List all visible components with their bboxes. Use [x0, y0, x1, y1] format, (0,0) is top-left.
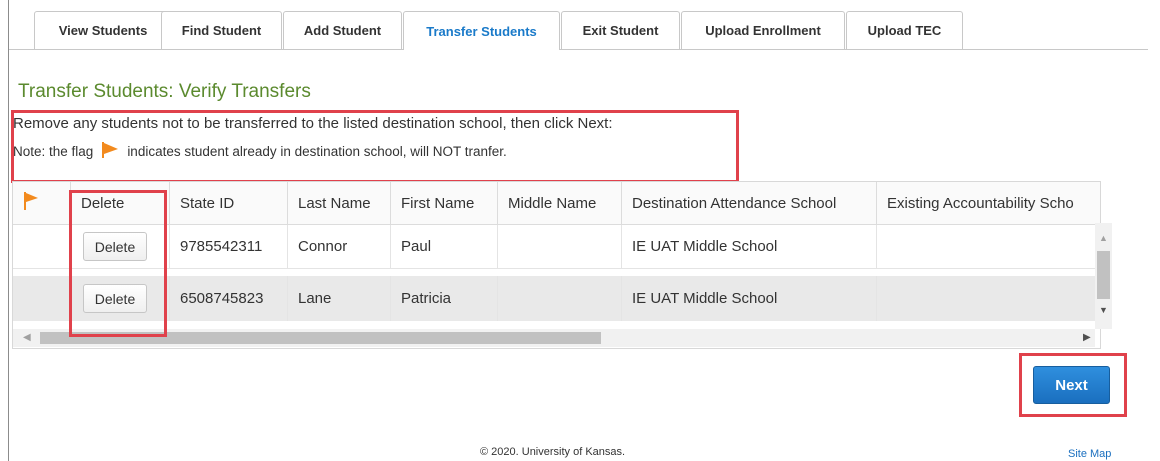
- destination-cell: IE UAT Middle School: [622, 276, 877, 321]
- tab-baseline: [9, 49, 1148, 50]
- existing-cell: [877, 225, 1100, 268]
- tab-add-student[interactable]: Add Student: [283, 11, 402, 49]
- header-middle-name[interactable]: Middle Name: [498, 182, 622, 224]
- first-name-cell: Patricia: [391, 276, 498, 321]
- header-last-name[interactable]: Last Name: [288, 182, 391, 224]
- destination-cell: IE UAT Middle School: [622, 225, 877, 268]
- header-existing-school[interactable]: Existing Accountability Scho: [877, 182, 1100, 224]
- highlight-delete-column: [69, 190, 167, 337]
- site-map-link[interactable]: Site Map: [1068, 448, 1111, 460]
- table-row: Delete 9785542311 Connor Paul IE UAT Mid…: [13, 225, 1100, 269]
- table-header-row: Delete State ID Last Name First Name Mid…: [13, 182, 1100, 225]
- chevron-down-icon[interactable]: ▼: [1099, 305, 1108, 315]
- flag-cell: [13, 276, 71, 321]
- flag-cell: [13, 225, 71, 268]
- last-name-cell: Connor: [288, 225, 391, 268]
- first-name-cell: Paul: [391, 225, 498, 268]
- state-id-cell: 9785542311: [170, 225, 288, 268]
- highlight-next-button: [1019, 353, 1127, 417]
- tab-view-students[interactable]: View Students: [34, 11, 172, 49]
- state-id-cell: 6508745823: [170, 276, 288, 321]
- page-left-border: [8, 0, 9, 461]
- table-row: Delete 6508745823 Lane Patricia IE UAT M…: [13, 276, 1100, 321]
- chevron-up-icon[interactable]: ▲: [1099, 233, 1108, 243]
- highlight-instructions: [11, 110, 739, 183]
- tab-find-student[interactable]: Find Student: [161, 11, 282, 49]
- footer-copyright: © 2020. University of Kansas.: [480, 446, 626, 458]
- transfer-table: Delete State ID Last Name First Name Mid…: [12, 181, 1101, 349]
- vertical-scroll-thumb[interactable]: [1097, 251, 1110, 299]
- tab-bar: View Students Find Student Add Student T…: [9, 0, 1160, 50]
- header-state-id[interactable]: State ID: [170, 182, 288, 224]
- header-first-name[interactable]: First Name: [391, 182, 498, 224]
- chevron-right-icon[interactable]: ▶: [1083, 332, 1091, 343]
- tab-transfer-students[interactable]: Transfer Students: [403, 11, 560, 50]
- page-title: Transfer Students: Verify Transfers: [18, 81, 311, 102]
- tab-exit-student[interactable]: Exit Student: [561, 11, 680, 49]
- tab-upload-enrollment[interactable]: Upload Enrollment: [681, 11, 845, 49]
- middle-name-cell: [498, 225, 622, 268]
- tab-upload-tec[interactable]: Upload TEC: [846, 11, 963, 49]
- last-name-cell: Lane: [288, 276, 391, 321]
- chevron-left-icon[interactable]: ◀: [23, 332, 31, 343]
- header-flag-cell: [13, 182, 71, 224]
- existing-cell: [877, 276, 1100, 321]
- flag-icon: [23, 192, 39, 214]
- middle-name-cell: [498, 276, 622, 321]
- header-destination-school[interactable]: Destination Attendance School: [622, 182, 877, 224]
